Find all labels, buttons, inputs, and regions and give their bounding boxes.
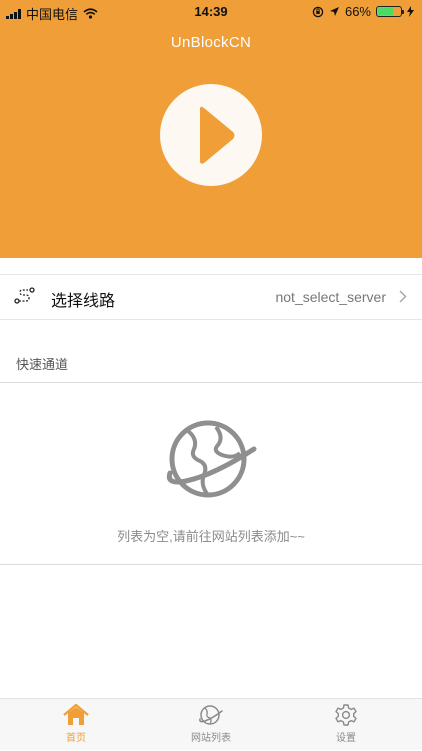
tab-website-list-label: 网站列表 (191, 733, 231, 744)
tab-home[interactable]: 首页 (31, 699, 121, 751)
tab-settings[interactable]: 设置 (301, 699, 391, 751)
select-route-row[interactable]: 选择线路 not_select_server (0, 274, 422, 320)
quick-channel-title: 快速通道 (16, 357, 69, 372)
tab-bar: 首页 网站列表 设置 (0, 698, 422, 750)
status-right: 66% (312, 4, 414, 19)
location-icon (329, 7, 339, 16)
tab-website-list[interactable]: 网站列表 (166, 699, 256, 751)
battery-percent: 66% (344, 4, 371, 19)
route-label: 选择线路 (51, 293, 116, 310)
orientation-lock-icon (312, 6, 324, 17)
tab-settings-label: 设置 (336, 733, 356, 744)
selected-server-value: not_select_server (275, 289, 386, 305)
globe-icon (166, 420, 257, 498)
connect-play-button[interactable] (160, 84, 262, 186)
status-bar: 中国电信 14:39 66% (0, 0, 422, 24)
charging-icon (407, 6, 414, 17)
tab-home-label: 首页 (66, 733, 86, 744)
header: 中国电信 14:39 66% UnBlockCN (0, 0, 422, 258)
app-title: UnBlockCN (170, 34, 252, 51)
globe-icon (199, 705, 223, 725)
play-icon (200, 106, 235, 164)
quick-channel-list: 列表为空,请前往网站列表添加~~ (0, 382, 422, 565)
route-icon (14, 287, 35, 304)
chevron-right-icon (399, 290, 407, 303)
gear-icon (335, 704, 357, 726)
home-icon (63, 703, 89, 725)
empty-list-message: 列表为空,请前往网站列表添加~~ (117, 529, 305, 544)
battery-icon (376, 6, 404, 17)
